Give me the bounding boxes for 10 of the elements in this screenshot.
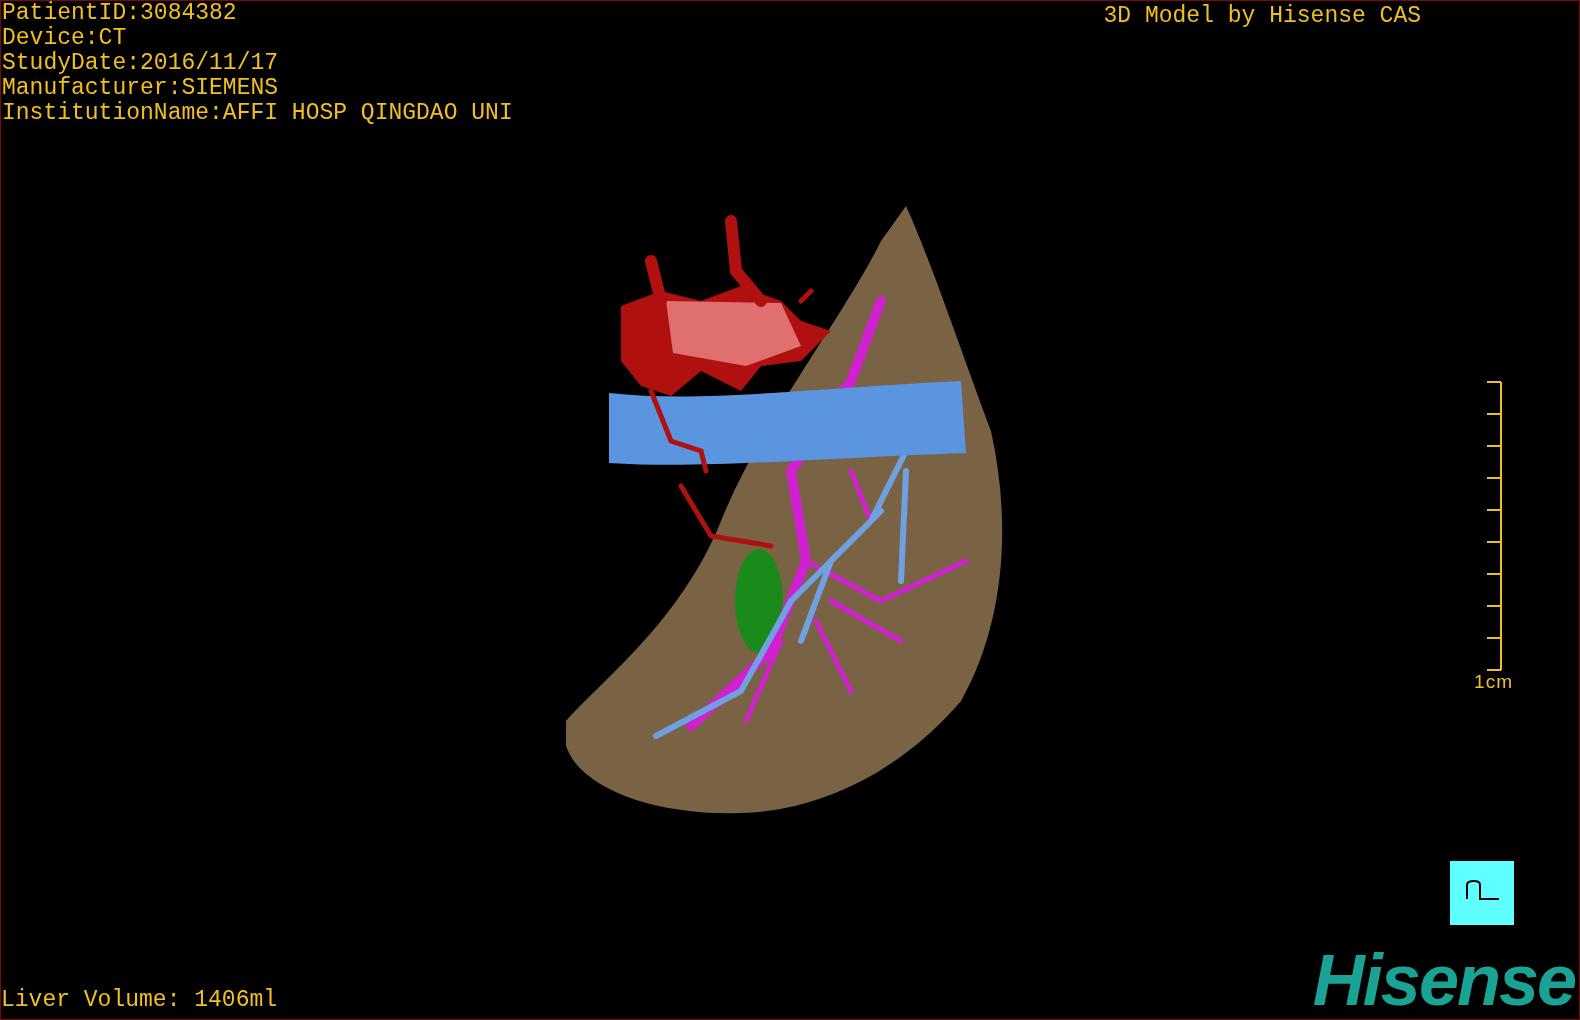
study-info-line: StudyDate:2016/11/17: [2, 51, 280, 76]
study-info-line: PatientID:3084382: [2, 1, 238, 26]
study-info-line: Device:CT: [2, 26, 128, 51]
study-info-line: Manufacturer:SIEMENS: [2, 76, 280, 101]
study-info-line: InstitutionName:AFFI HOSP QINGDAO UNI: [2, 101, 513, 126]
orientation-marker-icon[interactable]: [1450, 861, 1514, 925]
scale-label: 1cm: [1474, 671, 1513, 693]
brand-logo: Hisense: [1312, 949, 1575, 1011]
liver-volume-label: Liver Volume: 1406ml: [1, 987, 278, 1013]
viewer-title: 3D Model by Hisense CAS: [1103, 2, 1421, 31]
